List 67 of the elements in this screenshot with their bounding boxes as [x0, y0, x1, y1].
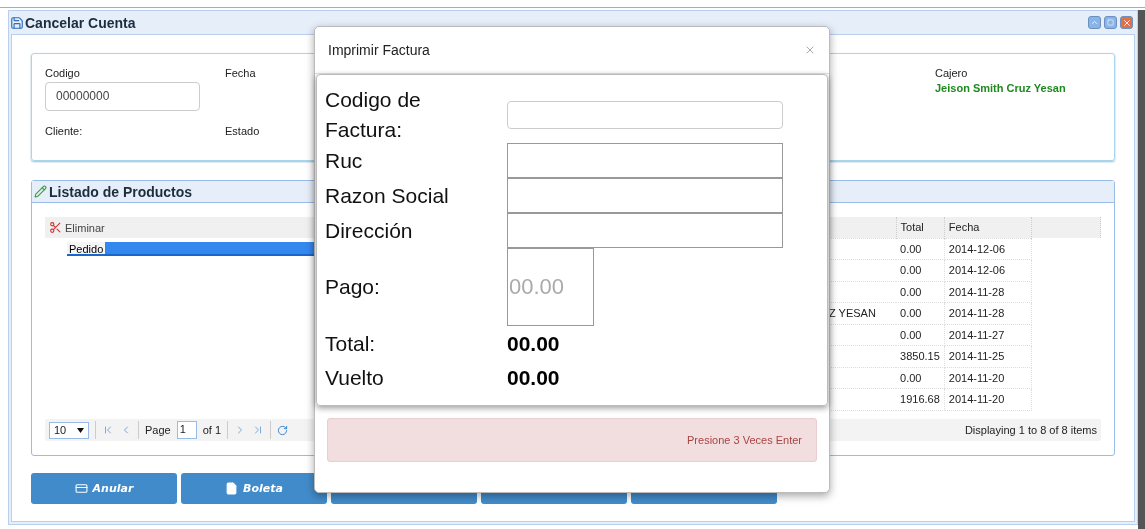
table-cell: 0.00 — [896, 367, 945, 389]
table-cell: 2014-11-28 — [944, 302, 1032, 324]
table-cell: 2014-11-25 — [944, 345, 1032, 367]
field-label: Cliente: — [45, 125, 83, 137]
first-page-icon[interactable] — [102, 424, 114, 436]
amount-value: 00.00 — [507, 332, 561, 356]
alert-message: Presione 3 Veces Enter — [327, 418, 817, 462]
input-field[interactable] — [507, 101, 783, 129]
column-header[interactable] — [829, 217, 897, 238]
field-label: Vuelto — [325, 365, 385, 391]
cashier-name: Jeison Smith Cruz Yesan — [935, 82, 1067, 94]
page-label: Page — [145, 424, 171, 436]
caret-icon — [77, 427, 84, 433]
field-label: Estado — [225, 125, 260, 137]
input-field[interactable] — [507, 178, 783, 214]
field-label: Total: — [325, 331, 377, 357]
column-header[interactable]: Total — [896, 217, 945, 238]
card-icon — [74, 482, 88, 495]
field-label: Razon Social — [325, 183, 450, 210]
dialog-title: Imprimir Factura — [328, 42, 431, 58]
input-field[interactable] — [507, 143, 783, 179]
scissors-icon — [49, 221, 62, 234]
action-button[interactable]: Anular — [31, 473, 177, 504]
table-cell: 2014-11-27 — [944, 324, 1032, 346]
field-label: Fecha — [225, 67, 256, 79]
table-cell: 0.00 — [896, 302, 945, 324]
close-icon — [1121, 17, 1132, 28]
field-label: Cajero — [935, 67, 968, 79]
column-header[interactable]: Fecha — [944, 217, 1032, 238]
field-label: Pago: — [325, 274, 381, 301]
maximize-button[interactable] — [1104, 16, 1117, 29]
close-button[interactable] — [804, 44, 816, 56]
document-icon — [225, 482, 239, 495]
page-field[interactable]: 1 — [176, 421, 197, 439]
table-cell: 0.00 — [896, 324, 945, 346]
refresh-icon[interactable] — [277, 424, 289, 436]
close-button[interactable] — [1120, 16, 1133, 29]
pager-summary: Displaying 1 to 8 of 8 items — [964, 424, 1097, 436]
table-cell: 2014-11-20 — [944, 388, 1032, 410]
field-label: Codigo — [45, 67, 80, 79]
table-cell: 2014-12-06 — [944, 259, 1032, 281]
panel-title: Listado de Productos — [49, 183, 193, 200]
table-cell: 3850.15 — [896, 345, 945, 367]
table-cell: 2014-11-20 — [944, 367, 1032, 389]
window-title: Cancelar Cuenta — [25, 14, 137, 31]
input-field[interactable] — [507, 213, 783, 249]
table-cell: 1916.68 — [896, 388, 945, 410]
delete-button[interactable]: Eliminar — [49, 221, 105, 234]
scrollbar[interactable] — [1138, 10, 1145, 529]
table-cell: 0.00 — [896, 281, 945, 303]
field-label: Ruc — [325, 148, 364, 175]
amount-value: 00.00 — [507, 366, 561, 390]
page-size-select[interactable]: 10 — [49, 421, 89, 439]
save-icon — [10, 15, 24, 30]
codigo-field[interactable]: 00000000 — [45, 82, 200, 111]
table-cell: 0.00 — [896, 259, 945, 281]
table-cell: 2014-12-06 — [944, 238, 1032, 260]
chevron-up-icon — [1090, 18, 1099, 27]
field-label: Dirección — [325, 218, 414, 245]
close-icon — [804, 44, 816, 56]
collapse-button[interactable] — [1088, 16, 1101, 29]
pencil-icon — [34, 185, 47, 198]
table-cell: 2014-11-28 — [944, 281, 1032, 303]
field-label: Codigo de Factura: — [325, 87, 422, 143]
page-count: of 1 — [202, 424, 222, 436]
action-button[interactable]: Boleta — [181, 473, 327, 504]
table-cell: 0.00 — [896, 238, 945, 260]
